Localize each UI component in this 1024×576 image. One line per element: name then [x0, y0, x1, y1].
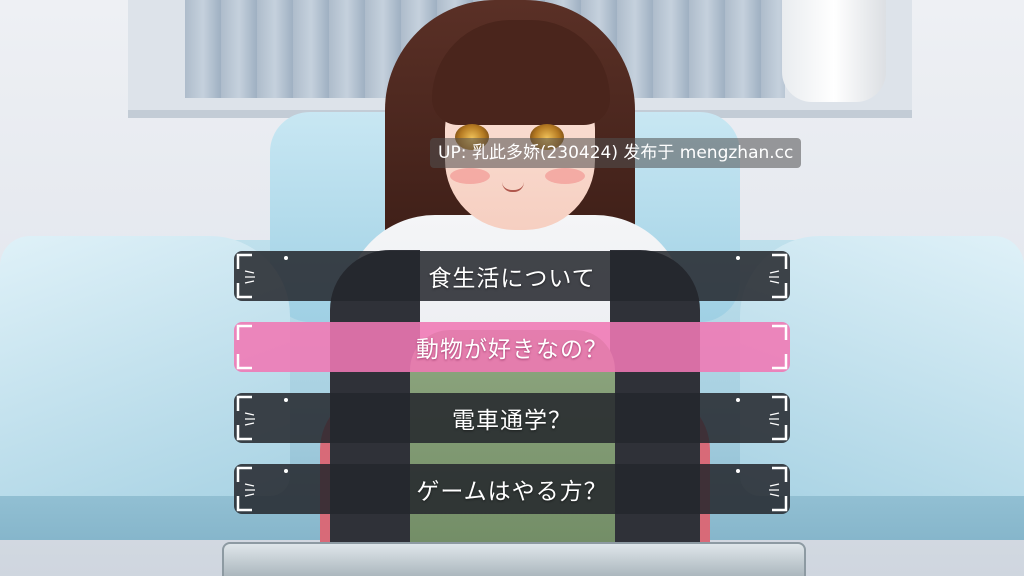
choice-label: 電車通学？	[452, 408, 572, 434]
choice-label: 動物が好きなの？	[416, 337, 608, 363]
character-blush-left	[450, 168, 490, 184]
choice-option-2[interactable]: 動物が好きなの？	[234, 322, 790, 372]
decor-ticks-icon	[768, 482, 780, 498]
choice-option-3[interactable]: 電車通学？	[234, 393, 790, 443]
corner-bracket-icon	[770, 352, 788, 370]
decor-dot-icon	[284, 398, 288, 402]
choice-label: 食生活について	[428, 266, 596, 292]
decor-ticks-icon	[768, 411, 780, 427]
character-blush-right	[545, 168, 585, 184]
corner-bracket-icon	[236, 324, 254, 342]
decor-dot-icon	[284, 256, 288, 260]
decor-ticks-icon	[244, 269, 256, 285]
decor-ticks-icon	[244, 411, 256, 427]
decor-ticks-icon	[768, 269, 780, 285]
decor-dot-icon	[736, 469, 740, 473]
choice-label: ゲームはやる方？	[416, 479, 608, 505]
decor-dot-icon	[736, 256, 740, 260]
corner-bracket-icon	[770, 324, 788, 342]
plant-pot	[782, 0, 886, 102]
decor-dot-icon	[736, 398, 740, 402]
choice-menu: 食生活について 動物が好きなの？ 電車通学？ ゲームはやる方？	[234, 251, 790, 535]
corner-bracket-icon	[236, 352, 254, 370]
decor-dot-icon	[284, 469, 288, 473]
game-scene: UP: 乳此多娇(230424) 发布于 mengzhan.cc 食生活について…	[0, 0, 1024, 576]
decor-ticks-icon	[244, 482, 256, 498]
table-edge	[222, 542, 806, 576]
choice-option-4[interactable]: ゲームはやる方？	[234, 464, 790, 514]
watermark-label: UP: 乳此多娇(230424) 发布于 mengzhan.cc	[430, 138, 802, 168]
choice-option-1[interactable]: 食生活について	[234, 251, 790, 301]
